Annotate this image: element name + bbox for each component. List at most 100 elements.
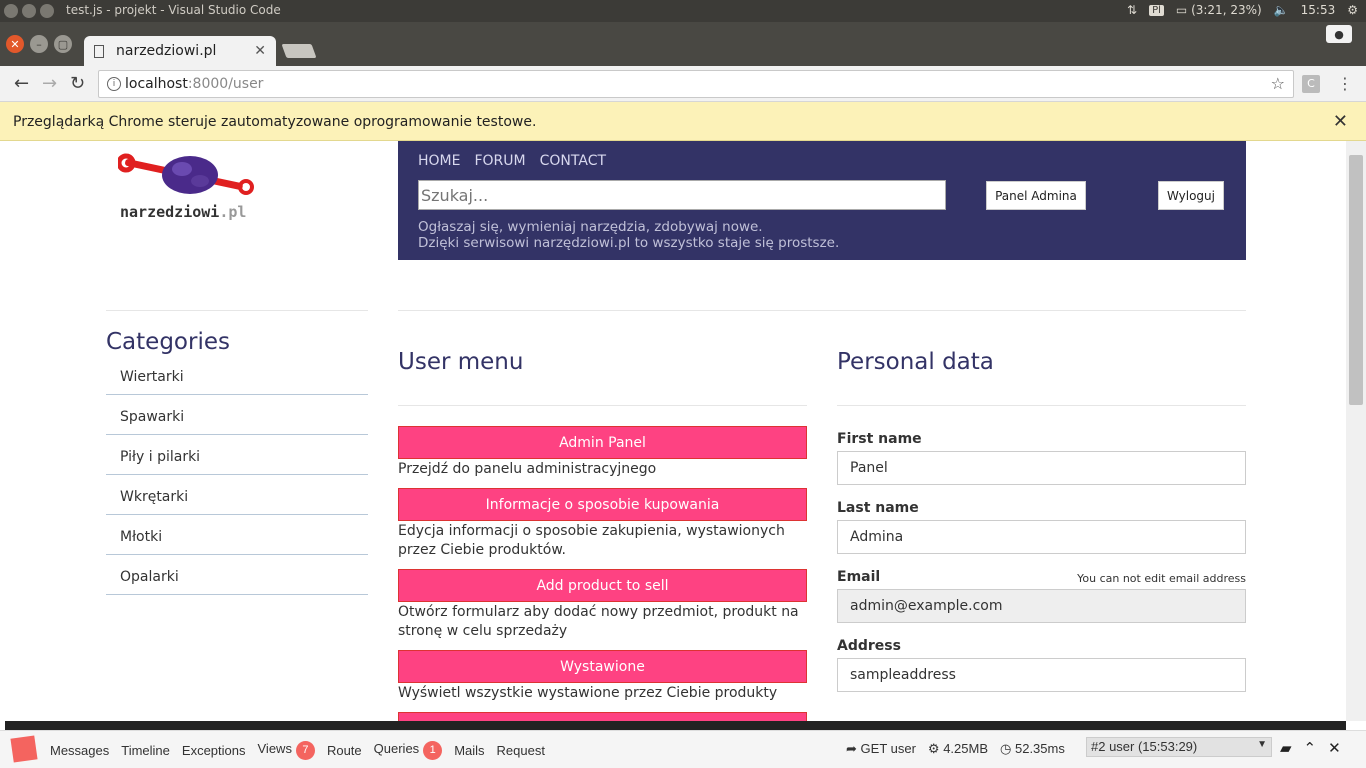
personal-data-form: Personal data First name Panel Last name…: [837, 349, 1246, 704]
clock-icon: ◷: [1000, 741, 1012, 756]
logo-text: narzedziowi.pl: [120, 203, 247, 221]
address-field[interactable]: sampleaddress: [837, 658, 1246, 692]
debugbar-resize-handle[interactable]: [5, 721, 1346, 730]
clock[interactable]: 15:53: [1301, 3, 1336, 17]
os-close-icon[interactable]: [4, 4, 18, 18]
volume-icon[interactable]: 🔈: [1274, 3, 1289, 17]
first-name-label: First name: [837, 431, 922, 447]
logout-button[interactable]: Wyloguj: [1158, 181, 1224, 210]
close-icon[interactable]: ✕: [1328, 739, 1341, 757]
keyboard-layout[interactable]: Pl: [1149, 4, 1164, 16]
browser-menu-icon[interactable]: ⋮: [1337, 74, 1353, 93]
battery-status[interactable]: ▭ (3:21, 23%): [1176, 3, 1262, 17]
views-count-badge: 7: [295, 741, 315, 760]
categories-title: Categories: [106, 329, 230, 355]
network-icon[interactable]: ⇅: [1127, 3, 1137, 17]
time-stat[interactable]: ◷ 52.35ms: [1000, 741, 1065, 757]
route-stat[interactable]: ➦ GET user: [846, 741, 916, 757]
debug-tab-queries[interactable]: Queries 1: [374, 741, 443, 760]
category-item[interactable]: Wiertarki: [106, 363, 368, 395]
forward-icon[interactable]: →: [42, 73, 57, 94]
settings-gear-icon[interactable]: ⚙: [1347, 3, 1358, 17]
debug-tab-mails[interactable]: Mails: [454, 743, 484, 758]
category-item[interactable]: Młotki: [106, 515, 368, 555]
admin-panel-button[interactable]: Panel Admina: [986, 181, 1086, 210]
address-group: Address sampleaddress: [837, 635, 1246, 692]
memory-stat[interactable]: ⚙ 4.25MB: [928, 741, 988, 757]
automation-infobar: Przeglądarką Chrome steruje zautomatyzow…: [0, 102, 1366, 141]
new-tab-button[interactable]: [281, 44, 317, 58]
infobar-message: Przeglądarką Chrome steruje zautomatyzow…: [13, 114, 537, 130]
os-window-buttons: [4, 4, 54, 18]
add-product-button[interactable]: Add product to sell: [398, 569, 807, 602]
url-text: localhost:8000/user: [125, 76, 264, 92]
web-page: narzedziowi.pl HOME FORUM CONTACT Panel …: [0, 141, 1346, 721]
system-tray: ⇅ Pl ▭ (3:21, 23%) 🔈 15:53 ⚙: [1127, 3, 1358, 17]
browser-toolbar: ← → ↻ i localhost:8000/user ☆ C ⋮: [0, 66, 1366, 102]
debug-tab-request[interactable]: Request: [497, 743, 545, 758]
divider: [106, 310, 368, 311]
address-label: Address: [837, 638, 901, 654]
divider: [398, 310, 1246, 311]
last-name-label: Last name: [837, 500, 919, 516]
folder-open-icon[interactable]: ▰: [1280, 739, 1292, 757]
debug-tab-views[interactable]: Views 7: [258, 741, 315, 760]
menu-description: Przejdź do panelu administracyjnego: [398, 461, 657, 477]
info-icon[interactable]: i: [107, 77, 121, 91]
email-group: Email You can not edit email address adm…: [837, 566, 1246, 623]
admin-panel-link-button[interactable]: Admin Panel: [398, 426, 807, 459]
search-input[interactable]: [418, 180, 946, 210]
battery-icon: ▭: [1175, 3, 1188, 17]
debugbar-logo-icon[interactable]: [10, 735, 38, 763]
categories-panel: Categories Wiertarki Spawarki Piły i pil…: [106, 329, 368, 595]
purchase-info-button[interactable]: Informacje o sposobie kupowania: [398, 488, 807, 521]
first-name-field[interactable]: Panel: [837, 451, 1246, 485]
site-header: HOME FORUM CONTACT Panel Admina Wyloguj …: [398, 141, 1246, 260]
address-bar[interactable]: i localhost:8000/user ☆: [98, 70, 1294, 98]
browser-maximize-icon[interactable]: ▢: [54, 35, 72, 53]
nav-forum[interactable]: FORUM: [474, 153, 525, 169]
category-item[interactable]: Spawarki: [106, 395, 368, 435]
reload-icon[interactable]: ↻: [70, 73, 85, 94]
email-label: Email: [837, 569, 881, 585]
browser-tab[interactable]: narzedziowi.pl ✕: [84, 36, 276, 66]
category-item[interactable]: Wkrętarki: [106, 475, 368, 515]
browser-window-buttons: ✕ – ▢: [6, 35, 72, 53]
back-icon[interactable]: ←: [14, 73, 29, 94]
debugbar-tabs: Messages Timeline Exceptions Views 7 Rout…: [50, 741, 545, 760]
request-select[interactable]: #2 user (15:53:29) ▼: [1086, 737, 1272, 757]
os-maximize-icon[interactable]: [40, 4, 54, 18]
last-name-field[interactable]: Admina: [837, 520, 1246, 554]
menu-description: Edycja informacji o sposobie zakupienia,…: [398, 523, 785, 558]
share-icon: ➦: [846, 741, 857, 756]
infobar-close-icon[interactable]: ✕: [1333, 111, 1348, 132]
category-item[interactable]: Piły i pilarki: [106, 435, 368, 475]
listed-products-button[interactable]: Wystawione: [398, 650, 807, 683]
os-minimize-icon[interactable]: [22, 4, 36, 18]
email-label-row: Email You can not edit email address: [837, 566, 1246, 585]
first-name-group: First name Panel: [837, 428, 1246, 485]
scrollbar-thumb[interactable]: [1349, 155, 1363, 405]
next-menu-button[interactable]: [398, 712, 807, 721]
debug-tab-route[interactable]: Route: [327, 743, 362, 758]
chevron-up-icon[interactable]: ⌃: [1304, 739, 1317, 757]
main-nav: HOME FORUM CONTACT: [418, 153, 606, 169]
debug-tab-exceptions[interactable]: Exceptions: [182, 743, 246, 758]
nav-contact[interactable]: CONTACT: [540, 153, 606, 169]
nav-home[interactable]: HOME: [418, 153, 460, 169]
debugbar-controls: ▰ ⌃ ✕: [1280, 739, 1341, 757]
debugbar: Messages Timeline Exceptions Views 7 Rout…: [0, 730, 1366, 768]
debug-tab-messages[interactable]: Messages: [50, 743, 109, 758]
category-item[interactable]: Opalarki: [106, 555, 368, 595]
tab-close-icon[interactable]: ✕: [254, 43, 266, 59]
bookmark-star-icon[interactable]: ☆: [1271, 74, 1285, 93]
page-scrollbar[interactable]: [1346, 141, 1366, 721]
site-logo[interactable]: narzedziowi.pl: [116, 153, 258, 223]
browser-close-icon[interactable]: ✕: [6, 35, 24, 53]
profile-icon[interactable]: ●: [1326, 25, 1352, 43]
browser-tabstrip: ✕ – ▢ narzedziowi.pl ✕ ●: [0, 22, 1366, 66]
extension-icon[interactable]: C: [1302, 75, 1320, 93]
email-note: You can not edit email address: [1077, 572, 1246, 585]
debug-tab-timeline[interactable]: Timeline: [121, 743, 170, 758]
browser-minimize-icon[interactable]: –: [30, 35, 48, 53]
